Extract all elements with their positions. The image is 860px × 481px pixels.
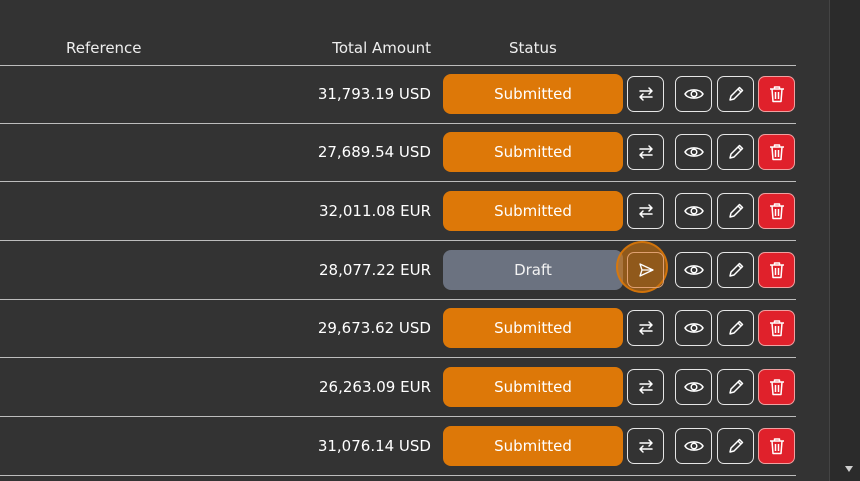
scroll-down-arrow-icon[interactable] — [845, 466, 853, 472]
delete-button[interactable] — [758, 428, 795, 464]
transfer-button[interactable] — [627, 134, 664, 170]
row-amount: 27,689.54 USD — [317, 143, 431, 161]
pencil-icon — [728, 438, 743, 453]
header-reference: Reference — [66, 39, 142, 57]
status-badge[interactable]: Submitted — [443, 308, 623, 348]
table-row: 26,263.09 EUR Submitted — [0, 359, 796, 417]
pencil-icon — [728, 203, 743, 218]
eye-icon — [683, 265, 704, 275]
view-button[interactable] — [675, 193, 712, 229]
eye-icon — [683, 147, 704, 157]
send-icon — [638, 263, 654, 277]
vertical-scrollbar[interactable] — [829, 0, 860, 481]
view-button[interactable] — [675, 369, 712, 405]
swap-icon — [638, 145, 653, 159]
edit-button[interactable] — [717, 76, 754, 112]
edit-button[interactable] — [717, 428, 754, 464]
trash-icon — [769, 320, 784, 337]
send-button[interactable] — [627, 252, 664, 288]
swap-icon — [638, 87, 653, 101]
table-row: 31,793.19 USD Submitted — [0, 66, 796, 124]
header-status: Status — [509, 39, 557, 57]
view-button[interactable] — [675, 134, 712, 170]
edit-button[interactable] — [717, 310, 754, 346]
delete-button[interactable] — [758, 76, 795, 112]
status-badge[interactable]: Submitted — [443, 191, 623, 231]
table-row: 28,077.22 EUR Draft — [0, 241, 796, 300]
edit-button[interactable] — [717, 134, 754, 170]
status-badge[interactable]: Submitted — [443, 367, 623, 407]
swap-icon — [638, 321, 653, 335]
delete-button[interactable] — [758, 193, 795, 229]
pencil-icon — [728, 320, 743, 335]
view-button[interactable] — [675, 310, 712, 346]
edit-button[interactable] — [717, 193, 754, 229]
table-row: 29,673.62 USD Submitted — [0, 300, 796, 358]
edit-button[interactable] — [717, 252, 754, 288]
delete-button[interactable] — [758, 310, 795, 346]
trash-icon — [769, 262, 784, 279]
swap-icon — [638, 439, 653, 453]
transfer-button[interactable] — [627, 76, 664, 112]
view-button[interactable] — [675, 76, 712, 112]
view-button[interactable] — [675, 428, 712, 464]
delete-button[interactable] — [758, 134, 795, 170]
swap-icon — [638, 204, 653, 218]
transfer-button[interactable] — [627, 369, 664, 405]
trash-icon — [769, 144, 784, 161]
table-row: 32,011.08 EUR Submitted — [0, 183, 796, 241]
row-amount: 29,673.62 USD — [317, 319, 431, 337]
status-badge[interactable]: Submitted — [443, 132, 623, 172]
trash-icon — [769, 438, 784, 455]
table-row: 31,076.14 USD Submitted — [0, 418, 796, 476]
swap-icon — [638, 380, 653, 394]
row-amount: 26,263.09 EUR — [319, 378, 431, 396]
table-header: Reference Total Amount Status — [0, 39, 796, 66]
transfer-button[interactable] — [627, 428, 664, 464]
trash-icon — [769, 203, 784, 220]
eye-icon — [683, 441, 704, 451]
transfer-button[interactable] — [627, 310, 664, 346]
pencil-icon — [728, 86, 743, 101]
invoice-table-page: Reference Total Amount Status 31,793.19 … — [0, 0, 860, 481]
trash-icon — [769, 379, 784, 396]
header-total-amount: Total Amount — [332, 39, 431, 57]
pencil-icon — [728, 144, 743, 159]
row-amount: 31,076.14 USD — [317, 437, 431, 455]
delete-button[interactable] — [758, 369, 795, 405]
pencil-icon — [728, 379, 743, 394]
eye-icon — [683, 89, 704, 99]
eye-icon — [683, 206, 704, 216]
row-amount: 28,077.22 EUR — [319, 261, 431, 279]
transfer-button[interactable] — [627, 193, 664, 229]
trash-icon — [769, 86, 784, 103]
view-button[interactable] — [675, 252, 712, 288]
eye-icon — [683, 323, 704, 333]
eye-icon — [683, 382, 704, 392]
row-amount: 31,793.19 USD — [317, 85, 431, 103]
pencil-icon — [728, 262, 743, 277]
delete-button[interactable] — [758, 252, 795, 288]
status-badge[interactable]: Submitted — [443, 74, 623, 114]
status-badge[interactable]: Submitted — [443, 426, 623, 466]
table-row: 27,689.54 USD Submitted — [0, 124, 796, 182]
row-amount: 32,011.08 EUR — [319, 202, 431, 220]
status-badge[interactable]: Draft — [443, 250, 623, 290]
edit-button[interactable] — [717, 369, 754, 405]
